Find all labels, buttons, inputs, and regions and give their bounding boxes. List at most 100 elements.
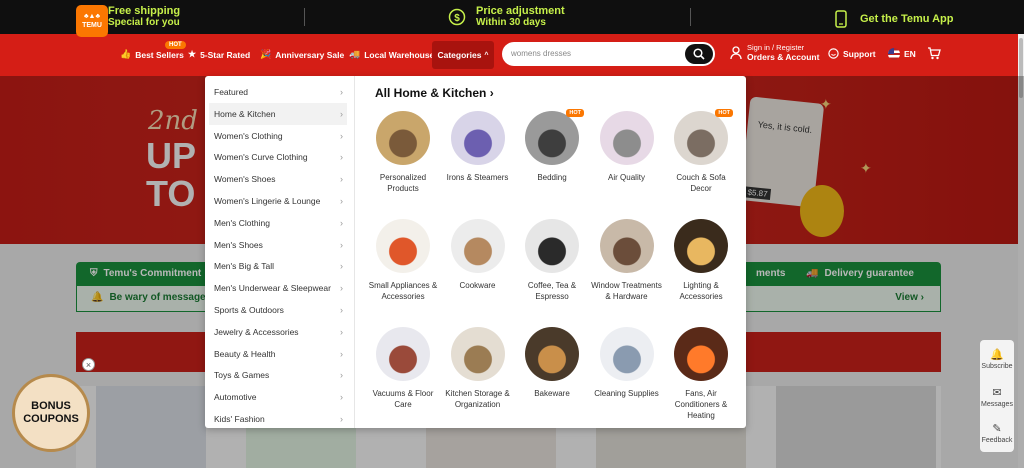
categories-label: Categories [437, 50, 482, 60]
subcategory-tile[interactable]: HOT Bedding [516, 109, 588, 183]
category-label: Featured [214, 87, 249, 97]
nav-five-star-label: 5-Star Rated [200, 49, 251, 60]
subcategory-tile[interactable]: Cookware [442, 219, 514, 291]
chevron-right-icon: › [340, 305, 343, 315]
subcategory-tile[interactable]: Personalized Products [367, 111, 439, 194]
price-adjustment-title: Price adjustment [476, 5, 565, 17]
language-label: EN [904, 49, 916, 59]
subcategory-label: Lighting & Accessories [679, 281, 723, 301]
subcategory-image [376, 111, 430, 165]
category-item[interactable]: Featured › [209, 81, 347, 103]
category-item[interactable]: Toys & Games › [209, 364, 347, 386]
account-menu[interactable]: Sign in / Register Orders & Account [730, 43, 819, 62]
category-item[interactable]: Women's Lingerie & Lounge › [209, 190, 347, 212]
category-label: Jewelry & Accessories [214, 326, 299, 337]
subcategory-image [450, 111, 505, 165]
subcategory-label: Vacuums & Floor Care [372, 389, 434, 409]
subcategory-label: Cookware [459, 281, 496, 290]
subcategory-tile[interactable]: Kitchen Storage & Organization [442, 327, 514, 410]
free-shipping-title: Free shipping [108, 5, 181, 17]
cart-icon [928, 47, 941, 60]
subcategory-tile[interactable]: Bakeware [516, 327, 588, 399]
nav-five-star[interactable]: ★ 5-Star Rated [188, 49, 250, 60]
divider [304, 8, 305, 26]
category-item[interactable]: Home & Kitchen › [209, 102, 347, 125]
chevron-right-icon: › [340, 283, 343, 294]
category-item[interactable]: Beauty & Health › [209, 343, 347, 365]
category-label: Kids' Fashion [214, 414, 265, 424]
subscribe-label: Subscribe [981, 363, 1013, 370]
category-item[interactable]: Men's Shoes › [209, 234, 347, 256]
subcategory-image [525, 219, 579, 273]
language-selector[interactable]: EN [888, 48, 916, 60]
chevron-right-icon: › [489, 86, 494, 100]
nav-anniversary-label: Anniversary Sale [275, 49, 345, 60]
categories-dropdown: Featured › Home & Kitchen › Women's Clothing… [205, 76, 746, 428]
close-icon[interactable]: × [82, 358, 95, 371]
support-link[interactable]: Support [828, 48, 876, 59]
subcategory-tile[interactable]: Small Appliances & Accessories [367, 219, 439, 302]
subcategory-tile[interactable]: Air Quality [591, 111, 663, 183]
nav-local-warehouse[interactable]: 🚚 Local Warehouse [349, 49, 434, 60]
subscribe-button[interactable]: 🔔 Subscribe [980, 348, 1014, 370]
subcategory-tile[interactable]: Lighting & Accessories [665, 219, 737, 302]
category-item[interactable]: Automotive › [209, 386, 347, 408]
nav-local-warehouse-label: Local Warehouse [364, 49, 435, 60]
thumbs-up-icon: 👍 [120, 49, 132, 59]
subcategory-image [525, 327, 579, 381]
chevron-right-icon: › [340, 130, 343, 141]
subcategory-tile[interactable]: Cleaning Supplies [591, 327, 663, 399]
chevron-right-icon: › [340, 87, 343, 97]
subcategory-tile[interactable]: Coffee, Tea & Espresso [516, 219, 588, 302]
subcategory-tile[interactable]: Vacuums & Floor Care [367, 327, 439, 410]
subcategory-tile[interactable]: Window Treatments & Hardware [591, 219, 663, 302]
dollar-icon: $ [446, 6, 468, 28]
subcategory-tile[interactable]: HOT Couch & Sofa Decor [665, 109, 737, 194]
divider [690, 8, 691, 26]
messages-button[interactable]: ✉ Messages [980, 386, 1014, 408]
category-label: Men's Clothing [214, 217, 270, 228]
category-label: Women's Clothing [214, 130, 283, 141]
chat-icon [828, 48, 839, 59]
account-line1: Sign in / Register [747, 43, 805, 52]
chevron-right-icon: › [340, 108, 343, 119]
category-item[interactable]: Sports & Outdoors › [209, 299, 347, 321]
subcategory-label: Air Quality [608, 173, 645, 182]
category-item[interactable]: Kids' Fashion › [209, 408, 347, 428]
feedback-button[interactable]: ✎ Feedback [980, 422, 1014, 444]
search-bar: womens dresses [502, 42, 715, 66]
bonus-line2: COUPONS [23, 413, 79, 425]
category-item[interactable]: Jewelry & Accessories › [209, 321, 347, 343]
nav-anniversary[interactable]: 🎉 Anniversary Sale [260, 49, 344, 60]
search-button[interactable] [685, 44, 713, 64]
temu-logo[interactable]: ♣▲♣ TEMU [76, 5, 108, 37]
subcategory-image [674, 111, 728, 165]
section-title[interactable]: All Home & Kitchen › [375, 86, 494, 100]
subcategory-tile[interactable]: Fans, Air Conditioners & Heating [665, 327, 737, 421]
category-item[interactable]: Women's Shoes › [209, 168, 347, 190]
category-item[interactable]: Women's Clothing › [209, 125, 347, 147]
price-adjustment-promo[interactable]: $ Price adjustment Within 30 days [446, 5, 565, 29]
search-input[interactable]: womens dresses [511, 49, 571, 58]
get-app-promo[interactable]: Get the Temu App [830, 8, 954, 30]
bonus-coupons-badge[interactable]: BONUS COUPONS [12, 374, 90, 452]
user-icon [730, 45, 742, 59]
hot-badge: HOT [715, 109, 733, 117]
subcategory-label: Coffee, Tea & Espresso [527, 281, 577, 301]
bell-icon: 🔔 [990, 349, 1004, 361]
chevron-right-icon: › [340, 414, 343, 424]
subcategory-image [376, 327, 430, 381]
nav-best-sellers[interactable]: 👍 Best Sellers [120, 49, 184, 60]
categories-button[interactable]: Categories ^ [432, 41, 494, 69]
free-shipping-subtitle: Special for you [108, 17, 180, 28]
side-toolbar: 🔔 Subscribe ✉ Messages ✎ Feedback [980, 340, 1014, 452]
category-item[interactable]: Men's Clothing › [209, 212, 347, 234]
category-item[interactable]: Men's Big & Tall › [209, 255, 347, 277]
get-app-label: Get the Temu App [860, 13, 954, 25]
subcategory-image [525, 111, 579, 165]
category-item[interactable]: Women's Curve Clothing › [209, 146, 347, 168]
cart-button[interactable] [927, 47, 941, 60]
subcategory-image [599, 327, 654, 381]
subcategory-tile[interactable]: Irons & Steamers [442, 111, 514, 183]
category-item[interactable]: Men's Underwear & Sleepwear › [209, 277, 347, 299]
